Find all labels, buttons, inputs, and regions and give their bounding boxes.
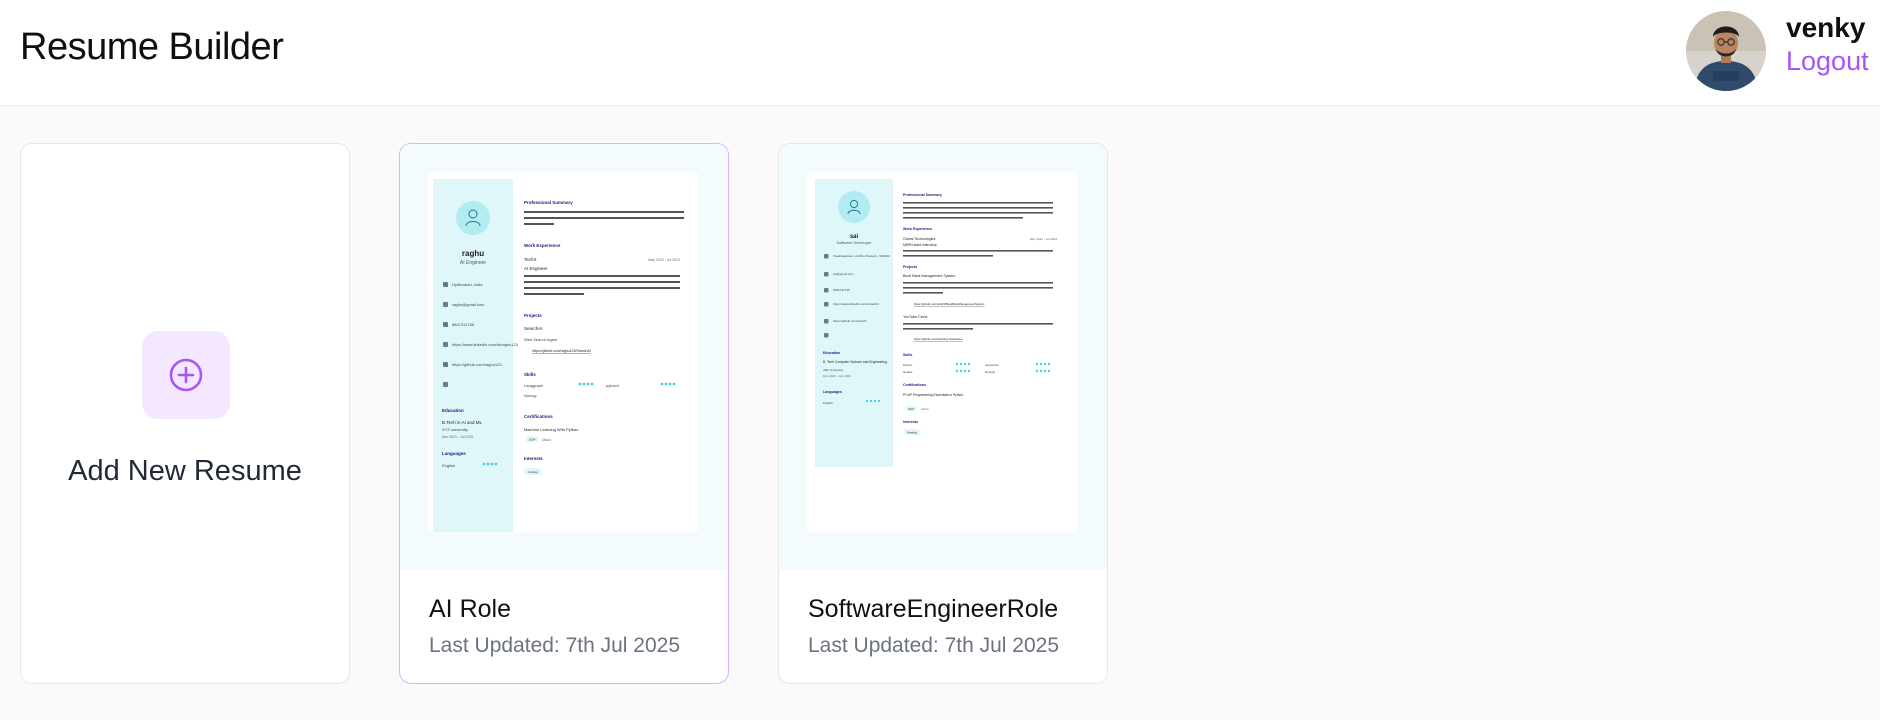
resume-avatar-icon: [838, 191, 870, 223]
resume-title: SoftwareEngineerRole: [808, 595, 1059, 623]
svg-text:English: English: [823, 401, 833, 405]
user-avatar-photo-icon: [1686, 11, 1766, 91]
svg-text:Web Search Agent: Web Search Agent: [524, 337, 558, 342]
svg-text:Visakhapatnam, Andhra Pradesh: Visakhapatnam, Andhra Pradesh - 530003: [833, 254, 890, 258]
svg-text:MERN stack internship: MERN stack internship: [903, 243, 937, 247]
resume-preview-area: raghu AI Engineer Hyderabad, India raghu…: [400, 144, 728, 570]
resume-last-updated: Last Updated: 7th Jul 2025: [808, 634, 1060, 657]
resume-thumbnail-ai-role: raghu AI Engineer Hyderabad, India raghu…: [428, 173, 698, 532]
svg-text:Dec 2021 - Jul 2025: Dec 2021 - Jul 2025: [442, 435, 473, 439]
username: venky: [1786, 12, 1866, 43]
svg-text:ABC University: ABC University: [823, 368, 844, 372]
resume-card-ai-role[interactable]: raghu AI Engineer Hyderabad, India raghu…: [399, 143, 729, 684]
svg-text:YouTube Clone: YouTube Clone: [903, 315, 928, 319]
svg-text:https://github.com/sai123/yout: https://github.com/sai123/youtubeclone: [914, 337, 963, 341]
svg-text:Skills: Skills: [524, 372, 536, 377]
resume-preview-area: sai Software Developer Visakhapatnam, An…: [779, 144, 1107, 570]
svg-text:8847311786: 8847311786: [452, 322, 475, 327]
svg-text:Cisco: Cisco: [542, 438, 551, 442]
svg-text:Professional Summary: Professional Summary: [903, 193, 942, 197]
svg-text:XYZ university: XYZ university: [442, 427, 468, 432]
resume-title: AI Role: [429, 595, 511, 623]
svg-text:Work Experience: Work Experience: [524, 243, 561, 248]
svg-text:9182737746: 9182737746: [833, 288, 850, 292]
preview-name: raghu: [462, 249, 484, 258]
svg-text:https://github.com/sai123/Book: https://github.com/sai123/BookBankManage…: [914, 302, 985, 306]
resume-last-updated: Last Updated: 7th Jul 2025: [429, 634, 681, 657]
svg-text:Interests: Interests: [903, 420, 918, 424]
preview-role: AI Engineer: [460, 260, 486, 266]
add-icon-container[interactable]: [142, 331, 230, 419]
svg-text:Reading: Reading: [907, 431, 917, 435]
plus-circle-icon: [169, 358, 203, 392]
user-avatar[interactable]: [1686, 11, 1766, 91]
add-new-resume-card[interactable]: Add New Resume: [20, 143, 350, 684]
svg-text:English: English: [442, 463, 455, 468]
svg-text:Nodejs: Nodejs: [903, 370, 913, 374]
svg-text:Langgraph: Langgraph: [524, 383, 543, 388]
svg-text:2024: 2024: [529, 438, 536, 442]
svg-text:Python: Python: [903, 363, 913, 367]
svg-text:Hyderabad, India: Hyderabad, India: [452, 282, 483, 287]
svg-text:Global Technologies: Global Technologies: [903, 237, 936, 241]
svg-text:Reactjs: Reactjs: [985, 370, 996, 374]
svg-text:PCAP Programming Essentials in: PCAP Programming Essentials in Python: [903, 393, 963, 397]
svg-text:Education: Education: [823, 351, 840, 355]
svg-text:B. Tech Computer Science and E: B. Tech Computer Science and Engineering: [823, 360, 887, 364]
svg-text:Interests: Interests: [524, 456, 543, 461]
svg-text:Work Experience: Work Experience: [903, 227, 932, 231]
svg-text:Book Bank Management System: Book Bank Management System: [903, 274, 955, 278]
svg-text:May 2024 - Jul 2024: May 2024 - Jul 2024: [1030, 237, 1058, 241]
svg-text:Coding: Coding: [528, 470, 538, 474]
svg-text:Projects: Projects: [524, 313, 542, 318]
svg-text:AI Engineer: AI Engineer: [524, 266, 548, 271]
svg-text:TechX: TechX: [524, 257, 537, 262]
app-header: Resume Builder venky Logout: [0, 0, 1880, 106]
svg-text:pytorch: pytorch: [606, 383, 619, 388]
resume-card-software-engineer-role[interactable]: sai Software Developer Visakhapatnam, An…: [778, 143, 1108, 684]
svg-text:Professional Summary: Professional Summary: [524, 200, 573, 205]
svg-text:Education: Education: [442, 408, 464, 413]
svg-text:SearchAI: SearchAI: [524, 326, 543, 331]
logout-link[interactable]: Logout: [1786, 46, 1869, 77]
svg-text:Projects: Projects: [903, 265, 917, 269]
svg-text:Machine Learning With Python: Machine Learning With Python: [524, 427, 578, 432]
svg-text:raghu@gmail.com: raghu@gmail.com: [452, 302, 485, 307]
svg-text:https://github.com/sai123: https://github.com/sai123: [833, 319, 867, 323]
add-new-resume-label: Add New Resume: [68, 455, 302, 487]
svg-text:Cisco: Cisco: [921, 407, 929, 411]
svg-text:Certifications: Certifications: [903, 383, 926, 387]
svg-text:B.Tech in AI and ML: B.Tech in AI and ML: [442, 420, 483, 425]
svg-text:2024: 2024: [908, 407, 914, 411]
svg-text:Dec 2020 - Jun 2024: Dec 2020 - Jun 2024: [823, 374, 851, 378]
svg-text:Certifications: Certifications: [524, 414, 553, 419]
svg-text:Languages: Languages: [823, 390, 842, 394]
svg-text:Languages: Languages: [442, 451, 466, 456]
svg-text:https://www.linkedin.com/in/sa: https://www.linkedin.com/in/sai123: [833, 302, 879, 306]
svg-text:Software Developer: Software Developer: [836, 240, 872, 245]
svg-text:sai@gmail.com: sai@gmail.com: [833, 272, 854, 276]
app-title: Resume Builder: [20, 26, 284, 68]
svg-text:https://www.linkedin.com/in/ra: https://www.linkedin.com/in/raghu123: [452, 342, 519, 347]
svg-text:May 2023 - Jul 2023: May 2023 - Jul 2023: [648, 258, 680, 262]
svg-text:https://github.com/raghu123: https://github.com/raghu123: [452, 362, 502, 367]
svg-text:Javascript: Javascript: [985, 363, 999, 367]
svg-text:Skills: Skills: [903, 353, 912, 357]
svg-text:Numpy: Numpy: [524, 393, 537, 398]
resume-thumbnail-software-engineer-role: sai Software Developer Visakhapatnam, An…: [807, 173, 1077, 531]
svg-text:https://github.com/raghu123/Se: https://github.com/raghu123/SearchAI: [532, 349, 591, 353]
